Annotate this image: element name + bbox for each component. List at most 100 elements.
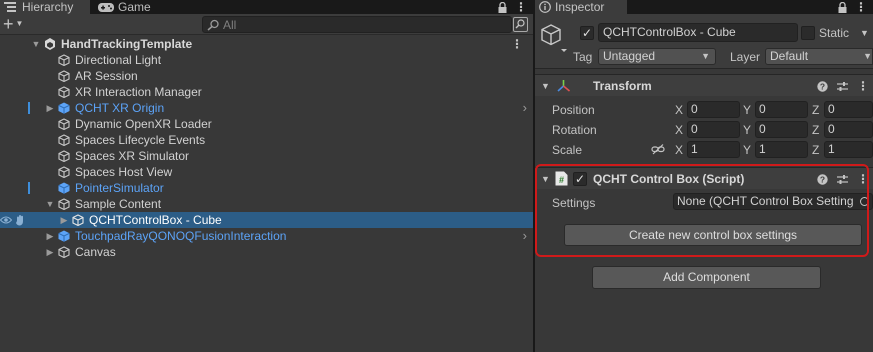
axis-x-label[interactable]: X xyxy=(675,102,683,118)
search-options-button[interactable] xyxy=(513,17,528,32)
hierarchy-item[interactable]: Spaces Host View xyxy=(0,164,533,180)
rotation-label: Rotation xyxy=(552,123,597,137)
presets-sliders-icon[interactable] xyxy=(837,81,848,92)
gameobject-icon xyxy=(58,150,70,162)
chevron-down-icon: ▼ xyxy=(701,51,710,61)
create-button[interactable]: + ▼ xyxy=(3,15,31,33)
lock-icon[interactable] xyxy=(838,1,847,13)
rotation-y-field[interactable]: 0 xyxy=(755,121,808,138)
hierarchy-panel: Hierarchy Game ⋮ + ▼ All ▼ HandTrackingT… xyxy=(0,0,533,352)
constrain-proportions-link-icon[interactable] xyxy=(651,144,665,155)
scale-y-field[interactable]: 1 xyxy=(755,141,808,158)
visibility-eye-icon[interactable] xyxy=(0,215,12,225)
transform-axes-icon xyxy=(557,80,571,92)
gameobject-icon xyxy=(58,166,70,178)
lock-icon[interactable] xyxy=(498,1,507,13)
gameobject-icon xyxy=(58,86,70,98)
tab-inspector-label: Inspector xyxy=(555,0,605,14)
hierarchy-item-label: Canvas xyxy=(75,245,116,259)
expand-arrow-icon[interactable]: ▶ xyxy=(45,228,55,244)
static-dropdown-icon[interactable]: ▼ xyxy=(860,26,869,40)
hierarchy-item[interactable]: Spaces XR Simulator xyxy=(0,148,533,164)
expand-arrow-icon[interactable]: ▶ xyxy=(45,244,55,260)
axis-z-label[interactable]: Z xyxy=(812,102,819,118)
gamepad-icon xyxy=(98,3,114,12)
hierarchy-item[interactable]: Directional Light xyxy=(0,52,533,68)
hierarchy-item[interactable]: ▼ Sample Content xyxy=(0,196,533,212)
expand-arrow-icon[interactable]: ▶ xyxy=(59,212,69,228)
hierarchy-tree: ▼ HandTrackingTemplate ⋮ Directional Lig… xyxy=(0,36,533,260)
scene-row[interactable]: ▼ HandTrackingTemplate ⋮ xyxy=(0,36,533,52)
tab-inspector[interactable]: Inspector xyxy=(535,0,627,14)
position-x-field[interactable]: 0 xyxy=(687,101,740,118)
hierarchy-item-label: Sample Content xyxy=(75,197,162,211)
hierarchy-item-selected[interactable]: ▶ QCHTControlBox - Cube xyxy=(0,212,533,228)
highlight-annotation xyxy=(535,164,869,257)
prefab-icon xyxy=(58,102,70,114)
chevron-down-icon: ▼ xyxy=(15,19,24,28)
tab-game[interactable]: Game xyxy=(98,0,151,14)
foldout-arrow-icon[interactable]: ▼ xyxy=(541,78,550,94)
hierarchy-item-prefab[interactable]: ▶ TouchpadRayQONOQFusionInteraction › xyxy=(0,228,533,244)
prefab-icon xyxy=(58,230,70,242)
gameobject-icon xyxy=(58,54,70,66)
object-name-field[interactable]: QCHTControlBox - Cube xyxy=(598,23,798,42)
hierarchy-item[interactable]: XR Interaction Manager xyxy=(0,84,533,100)
search-input[interactable]: All xyxy=(202,16,512,33)
hierarchy-item-label: XR Interaction Manager xyxy=(75,85,202,99)
expand-arrow-icon[interactable]: ▼ xyxy=(45,196,55,212)
gameobject-icon xyxy=(58,70,70,82)
tab-game-label: Game xyxy=(118,0,151,14)
hierarchy-item[interactable]: ▶ Canvas xyxy=(0,244,533,260)
hierarchy-item-label: Spaces Host View xyxy=(75,165,173,179)
axis-y-label[interactable]: Y xyxy=(743,102,751,118)
hierarchy-item-label: TouchpadRayQONOQFusionInteraction xyxy=(75,229,287,243)
axis-z-label[interactable]: Z xyxy=(812,122,819,138)
axis-y-label[interactable]: Y xyxy=(743,122,751,138)
scale-label: Scale xyxy=(552,143,583,157)
hierarchy-item-label: Directional Light xyxy=(75,53,162,67)
scale-x-field[interactable]: 1 xyxy=(687,141,740,158)
inspector-tab-bar: Inspector ⋮ xyxy=(535,0,873,14)
hierarchy-item[interactable]: Dynamic OpenXR Loader xyxy=(0,116,533,132)
layer-dropdown[interactable]: Default ▼ xyxy=(765,48,873,65)
expand-arrow-icon[interactable]: ▼ xyxy=(31,36,41,52)
rotation-z-field[interactable]: 0 xyxy=(824,121,873,138)
static-checkbox[interactable] xyxy=(801,26,815,40)
active-toggle-checkbox[interactable]: ✓ xyxy=(580,26,594,40)
tab-menu-icon[interactable]: ⋮ xyxy=(515,0,527,14)
gameobject-icon xyxy=(58,118,70,130)
hierarchy-item-label: QCHTControlBox - Cube xyxy=(89,213,222,227)
position-z-field[interactable]: 0 xyxy=(824,101,873,118)
hierarchy-item-prefab[interactable]: PointerSimulator xyxy=(0,180,533,196)
hierarchy-item[interactable]: Spaces Lifecycle Events xyxy=(0,132,533,148)
hierarchy-item[interactable]: AR Session xyxy=(0,68,533,84)
axis-y-label[interactable]: Y xyxy=(743,142,751,158)
info-icon xyxy=(539,1,551,13)
tab-hierarchy[interactable]: Hierarchy xyxy=(0,0,90,14)
axis-x-label[interactable]: X xyxy=(675,142,683,158)
hierarchy-list-icon xyxy=(4,2,16,12)
axis-x-label[interactable]: X xyxy=(675,122,683,138)
scene-menu-icon[interactable]: ⋮ xyxy=(511,36,523,52)
scale-z-field[interactable]: 1 xyxy=(824,141,873,158)
position-y-field[interactable]: 0 xyxy=(755,101,808,118)
hierarchy-tab-bar: Hierarchy Game ⋮ xyxy=(0,0,533,14)
gameobject-cube-icon[interactable] xyxy=(540,24,568,54)
tab-menu-icon[interactable]: ⋮ xyxy=(855,0,867,14)
axis-z-label[interactable]: Z xyxy=(812,142,819,158)
open-prefab-chevron-icon[interactable]: › xyxy=(523,100,527,116)
component-menu-icon[interactable]: ⋮ xyxy=(857,79,869,93)
rotation-x-field[interactable]: 0 xyxy=(687,121,740,138)
help-icon[interactable]: ? xyxy=(817,80,828,92)
hierarchy-item-label: PointerSimulator xyxy=(75,181,164,195)
tag-dropdown[interactable]: Untagged ▼ xyxy=(598,48,716,65)
transform-header[interactable]: ▼ Transform ? ⋮ xyxy=(535,74,873,96)
chevron-down-icon: ▼ xyxy=(863,51,872,61)
pickable-hand-icon[interactable] xyxy=(15,215,26,226)
hierarchy-item-prefab[interactable]: ▶ QCHT XR Origin › xyxy=(0,100,533,116)
add-component-button[interactable]: Add Component xyxy=(592,266,821,289)
expand-arrow-icon[interactable]: ▶ xyxy=(45,100,55,116)
open-prefab-chevron-icon[interactable]: › xyxy=(523,228,527,244)
static-label: Static xyxy=(819,26,850,40)
